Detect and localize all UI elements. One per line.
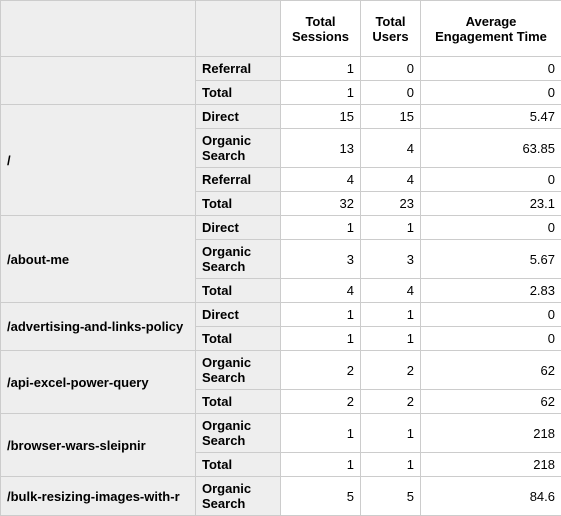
row-source: Direct [196, 216, 281, 240]
cell-users: 2 [361, 390, 421, 414]
cell-users: 1 [361, 216, 421, 240]
cell-engagement: 0 [421, 81, 561, 105]
table-row: /api-excel-power-queryOrganic Search2262 [1, 351, 561, 390]
cell-users: 1 [361, 303, 421, 327]
cell-sessions: 1 [281, 303, 361, 327]
cell-sessions: 5 [281, 477, 361, 516]
cell-engagement: 23.1 [421, 192, 561, 216]
cell-users: 3 [361, 240, 421, 279]
row-source: Organic Search [196, 477, 281, 516]
cell-users: 1 [361, 414, 421, 453]
cell-engagement: 0 [421, 327, 561, 351]
cell-users: 1 [361, 327, 421, 351]
cell-users: 23 [361, 192, 421, 216]
table-row: Referral100 [1, 57, 561, 81]
row-source: Referral [196, 168, 281, 192]
row-source: Direct [196, 303, 281, 327]
table-row: /advertising-and-links-policyDirect110 [1, 303, 561, 327]
table-header-row: Total Sessions Total Users Average Engag… [1, 1, 561, 57]
cell-users: 15 [361, 105, 421, 129]
cell-sessions: 32 [281, 192, 361, 216]
row-source: Total [196, 453, 281, 477]
cell-engagement: 62 [421, 390, 561, 414]
header-source [196, 1, 281, 57]
row-group-path: /about-me [1, 216, 196, 303]
cell-engagement: 63.85 [421, 129, 561, 168]
cell-users: 5 [361, 477, 421, 516]
header-sessions: Total Sessions [281, 1, 361, 57]
row-source: Organic Search [196, 351, 281, 390]
row-source: Total [196, 327, 281, 351]
cell-engagement: 2.83 [421, 279, 561, 303]
cell-sessions: 3 [281, 240, 361, 279]
cell-sessions: 2 [281, 390, 361, 414]
cell-users: 4 [361, 129, 421, 168]
row-source: Direct [196, 105, 281, 129]
cell-engagement: 218 [421, 453, 561, 477]
cell-sessions: 1 [281, 327, 361, 351]
row-group-path: /advertising-and-links-policy [1, 303, 196, 351]
cell-engagement: 0 [421, 216, 561, 240]
cell-users: 0 [361, 81, 421, 105]
cell-users: 2 [361, 351, 421, 390]
row-group-path: /api-excel-power-query [1, 351, 196, 414]
cell-sessions: 4 [281, 168, 361, 192]
cell-engagement: 0 [421, 168, 561, 192]
row-source: Referral [196, 57, 281, 81]
cell-users: 4 [361, 279, 421, 303]
row-source: Total [196, 279, 281, 303]
cell-engagement: 84.6 [421, 477, 561, 516]
cell-engagement: 62 [421, 351, 561, 390]
row-source: Organic Search [196, 129, 281, 168]
cell-users: 1 [361, 453, 421, 477]
row-group-path: /bulk-resizing-images-with-r [1, 477, 196, 516]
row-source: Organic Search [196, 240, 281, 279]
cell-users: 0 [361, 57, 421, 81]
header-path [1, 1, 196, 57]
cell-engagement: 5.47 [421, 105, 561, 129]
cell-sessions: 1 [281, 81, 361, 105]
cell-engagement: 0 [421, 57, 561, 81]
row-group-path: / [1, 105, 196, 216]
header-users: Total Users [361, 1, 421, 57]
row-group-path: /browser-wars-sleipnir [1, 414, 196, 477]
cell-sessions: 1 [281, 414, 361, 453]
table-row: /Direct15155.47 [1, 105, 561, 129]
cell-engagement: 5.67 [421, 240, 561, 279]
cell-sessions: 15 [281, 105, 361, 129]
cell-sessions: 1 [281, 57, 361, 81]
row-source: Total [196, 81, 281, 105]
cell-sessions: 13 [281, 129, 361, 168]
row-group-path [1, 57, 196, 105]
cell-sessions: 1 [281, 216, 361, 240]
cell-sessions: 4 [281, 279, 361, 303]
cell-users: 4 [361, 168, 421, 192]
row-source: Total [196, 192, 281, 216]
row-source: Organic Search [196, 414, 281, 453]
table-row: /browser-wars-sleipnirOrganic Search1121… [1, 414, 561, 453]
table-row: /about-meDirect110 [1, 216, 561, 240]
cell-sessions: 1 [281, 453, 361, 477]
cell-engagement: 218 [421, 414, 561, 453]
row-source: Total [196, 390, 281, 414]
cell-engagement: 0 [421, 303, 561, 327]
analytics-pivot-table: Total Sessions Total Users Average Engag… [0, 0, 561, 516]
table-row: /bulk-resizing-images-with-rOrganic Sear… [1, 477, 561, 516]
header-engagement: Average Engagement Time [421, 1, 561, 57]
cell-sessions: 2 [281, 351, 361, 390]
